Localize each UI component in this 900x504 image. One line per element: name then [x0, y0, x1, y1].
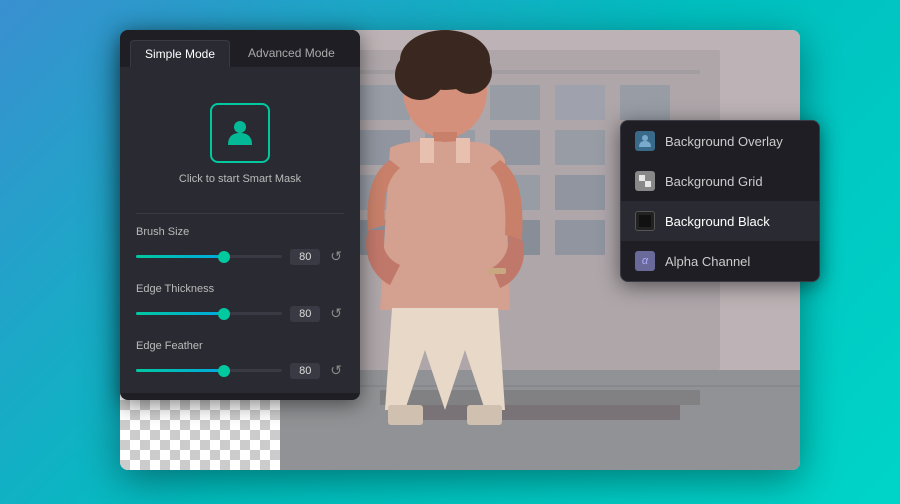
menu-item-grid[interactable]: Background Grid — [621, 161, 819, 201]
edge-feather-label: Edge Feather — [136, 340, 344, 352]
alpha-icon: α — [635, 251, 655, 271]
edge-thickness-thumb[interactable] — [218, 308, 230, 320]
smart-mask-section: Click to start Smart Mask — [136, 83, 344, 209]
grid-small-icon — [638, 174, 652, 188]
control-panel: Simple Mode Advanced Mode Click to start… — [120, 30, 360, 400]
overlay-icon — [635, 131, 655, 151]
smart-mask-button[interactable] — [210, 103, 270, 163]
divider-1 — [136, 213, 344, 214]
brush-size-row: 80 ↺ — [136, 246, 344, 267]
edge-thickness-row: 80 ↺ — [136, 303, 344, 324]
brush-size-track[interactable] — [136, 255, 282, 258]
edge-feather-group: Edge Feather 80 ↺ — [136, 340, 344, 381]
overlay-label: Background Overlay — [665, 134, 783, 149]
tab-advanced-mode[interactable]: Advanced Mode — [234, 40, 349, 67]
menu-item-overlay[interactable]: Background Overlay — [621, 121, 819, 161]
person-small-icon — [638, 134, 652, 148]
brush-size-reset[interactable]: ↺ — [328, 246, 344, 267]
alpha-label: Alpha Channel — [665, 254, 750, 269]
edge-feather-value: 80 — [290, 363, 320, 379]
brush-size-thumb[interactable] — [218, 251, 230, 263]
panel-body: Click to start Smart Mask Brush Size 80 … — [120, 67, 360, 393]
edge-thickness-fill — [136, 312, 224, 315]
menu-item-black[interactable]: Background Black — [621, 201, 819, 241]
smart-mask-label: Click to start Smart Mask — [179, 173, 301, 185]
edge-feather-reset[interactable]: ↺ — [328, 360, 344, 381]
grid-label: Background Grid — [665, 174, 763, 189]
black-label: Background Black — [665, 214, 770, 229]
tab-simple-mode[interactable]: Simple Mode — [130, 40, 230, 67]
edge-thickness-label: Edge Thickness — [136, 283, 344, 295]
brush-size-fill — [136, 255, 224, 258]
black-icon — [635, 211, 655, 231]
brush-size-label: Brush Size — [136, 226, 344, 238]
person-icon — [224, 117, 256, 149]
edge-thickness-group: Edge Thickness 80 ↺ — [136, 283, 344, 324]
edge-feather-fill — [136, 369, 224, 372]
menu-item-alpha[interactable]: α Alpha Channel — [621, 241, 819, 281]
black-small-icon — [638, 214, 652, 228]
edge-feather-row: 80 ↺ — [136, 360, 344, 381]
alpha-char: α — [642, 255, 648, 267]
panel-tabs: Simple Mode Advanced Mode — [120, 30, 360, 67]
edge-thickness-value: 80 — [290, 306, 320, 322]
edge-thickness-reset[interactable]: ↺ — [328, 303, 344, 324]
grid-icon — [635, 171, 655, 191]
edge-thickness-track[interactable] — [136, 312, 282, 315]
edge-feather-thumb[interactable] — [218, 365, 230, 377]
edge-feather-track[interactable] — [136, 369, 282, 372]
background-dropdown: Background Overlay Background Grid Backg… — [620, 120, 820, 282]
brush-size-value: 80 — [290, 249, 320, 265]
brush-size-group: Brush Size 80 ↺ — [136, 226, 344, 267]
